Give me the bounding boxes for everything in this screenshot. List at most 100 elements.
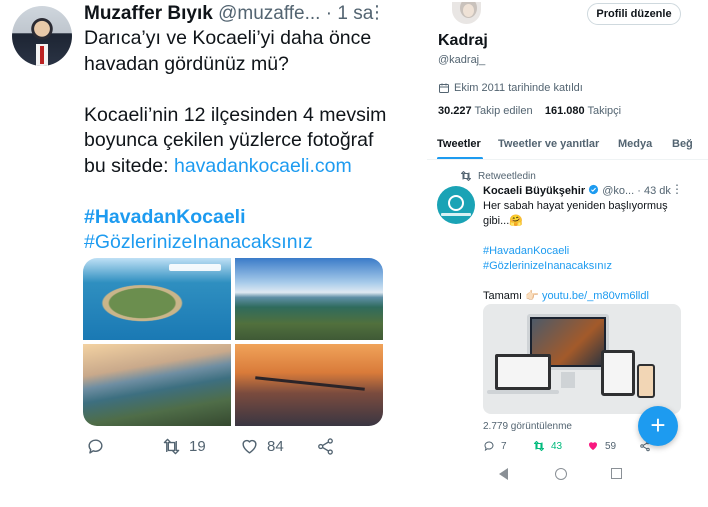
profile-tabs: Tweetler Tweetler ve yanıtlar Medya Beğ [427,130,708,160]
share-button[interactable] [316,437,335,456]
tab-tweets[interactable]: Tweetler [437,138,481,150]
followers-link[interactable]: 161.080 Takipçi [545,105,621,117]
retweeted-label: Retweetledin [460,170,536,182]
author-name[interactable]: Muzaffer Bıyık [84,3,213,24]
tab-media[interactable]: Medya [618,138,652,150]
hashtag-line: #HavadanKocaeli [483,244,683,259]
heart-filled-icon [589,442,597,450]
profile-avatar[interactable] [450,0,483,26]
avatar-face [463,4,474,17]
text-line: bu sitede: havadankocaeli.com [84,154,389,180]
monitor-stand [561,372,575,388]
text-prefix: bu sitede: [84,154,174,177]
hashtag-gozlerinizeinanacaksiniz[interactable]: #GözlerinizeInanacaksınız [483,260,612,272]
profile-handle: @kadraj_ [438,54,486,66]
retweet-count: 19 [189,438,206,455]
retweet-header: Kocaeli Büyükşehir @ko... · 43 dk [483,184,671,197]
calendar-icon [439,83,449,93]
photo-city-aerial[interactable] [83,344,231,426]
edit-profile-button[interactable]: Profili düzenle [587,3,681,25]
retweet-icon [163,438,180,455]
following-link[interactable]: 30.227 Takip edilen [438,105,533,117]
like-count: 59 [605,440,617,452]
hashtag-line: #GözlerinizeInanacaksınız [84,230,389,256]
tweet-header: Muzaffer Bıyık @muzaffe... · 1 sa [84,3,384,25]
home-icon[interactable] [555,468,567,480]
website-link[interactable]: havadankocaeli.com [174,155,352,177]
more-options-icon[interactable]: ⋮ [368,2,386,23]
reply-icon [88,439,103,454]
retweet-count: 43 [551,440,563,452]
like-button[interactable]: 59 [587,440,616,452]
hashtag-havadankocaeli[interactable]: #HavadanKocaeli [483,245,569,257]
verified-badge-icon [588,184,599,197]
tablet [601,350,635,396]
followers-label: Takipçi [587,105,622,117]
heart-icon [242,439,257,454]
photo-peninsula[interactable] [83,258,231,340]
text-line: gibi...🤗 [483,215,523,227]
text-line: Darıca’yı ve Kocaeli’yi daha önce [84,27,372,49]
avatar-tie [40,46,44,64]
hashtag-line: #GözlerinizeInanacaksınız [483,259,683,274]
text-line: boyunca çekilen yüzlerce fotoğraf [84,129,374,151]
view-count: 2.779 görüntülenme [483,421,572,432]
reply-button[interactable] [86,437,105,456]
youtube-link[interactable]: youtu.be/_m80vm6lldl [542,290,649,302]
logo-text [441,213,471,216]
photo-coastline[interactable] [235,258,383,340]
retweet-button[interactable]: 19 [162,437,206,456]
watch-prefix: Tamamı 👉🏻 [483,290,542,302]
recents-icon[interactable] [611,468,622,479]
retweeted-text: Retweetledin [478,170,536,182]
tweet-detail: Muzaffer Bıyık @muzaffe... · 1 sa ⋮ Darı… [0,0,400,507]
author-handle[interactable]: @muzaffe... [218,3,320,24]
hashtag-line: #HavadanKocaeli [84,205,389,231]
laptop [495,354,551,390]
retweet-button[interactable]: 43 [533,440,562,452]
tweet-text: Darıca’yı ve Kocaeli’yi daha önce havada… [84,26,389,256]
active-tab-indicator [437,157,483,159]
hashtag-havadankocaeli[interactable]: #HavadanKocaeli [84,206,246,228]
logo-ring [448,195,464,211]
kocaeli-author-name[interactable]: Kocaeli Büyükşehir [483,185,585,197]
joined-text: Ekim 2011 tarihinde katıldı [454,82,583,94]
kocaeli-handle-time[interactable]: @ko... · 43 dk [602,185,671,197]
watch-line: Tamamı 👉🏻 youtu.be/_m80vm6lldl [483,289,683,304]
tab-likes[interactable]: Beğ [672,138,693,150]
like-button[interactable]: 84 [240,437,284,456]
back-icon[interactable] [499,468,508,480]
text-line: havadan gördünüz mü? [84,52,289,75]
profile-name: Kadraj [438,32,488,49]
compose-tweet-button[interactable]: + [638,406,678,446]
kocaeli-avatar[interactable] [437,186,475,224]
phone [637,364,655,398]
retweet-icon [533,440,545,452]
reply-icon [484,441,494,452]
more-options-icon[interactable]: ⋮ [671,182,683,196]
following-count: 30.227 [438,105,472,117]
follow-stats: 30.227 Takip edilen 161.080 Takipçi [438,105,621,117]
bridge-line [255,376,365,391]
hashtag-gozlerinizeinanacaksiniz[interactable]: #GözlerinizeInanacaksınız [84,231,313,253]
joined-date: Ekim 2011 tarihinde katıldı [438,82,583,94]
share-icon [318,438,333,455]
retweet-icon [461,171,471,181]
devices-mockup-image[interactable] [483,304,681,414]
like-count: 84 [267,438,284,455]
reply-count: 7 [501,440,507,452]
following-label: Takip edilen [474,105,533,117]
android-nav-bar [427,464,708,488]
text-line: Kocaeli’nin 12 ilçesinden 4 mevsim [84,103,387,126]
photo-grid [83,258,383,426]
author-avatar[interactable] [12,6,72,66]
photo-sunset-bridge[interactable] [235,344,383,426]
text-line: Her sabah hayat yeniden başlıyormuş [483,200,668,212]
tab-tweets-and-replies[interactable]: Tweetler ve yanıtlar [498,138,599,150]
profile-screen: Profili düzenle Kadraj @kadraj_ Ekim 201… [427,0,708,507]
reply-button[interactable]: 7 [483,440,507,452]
